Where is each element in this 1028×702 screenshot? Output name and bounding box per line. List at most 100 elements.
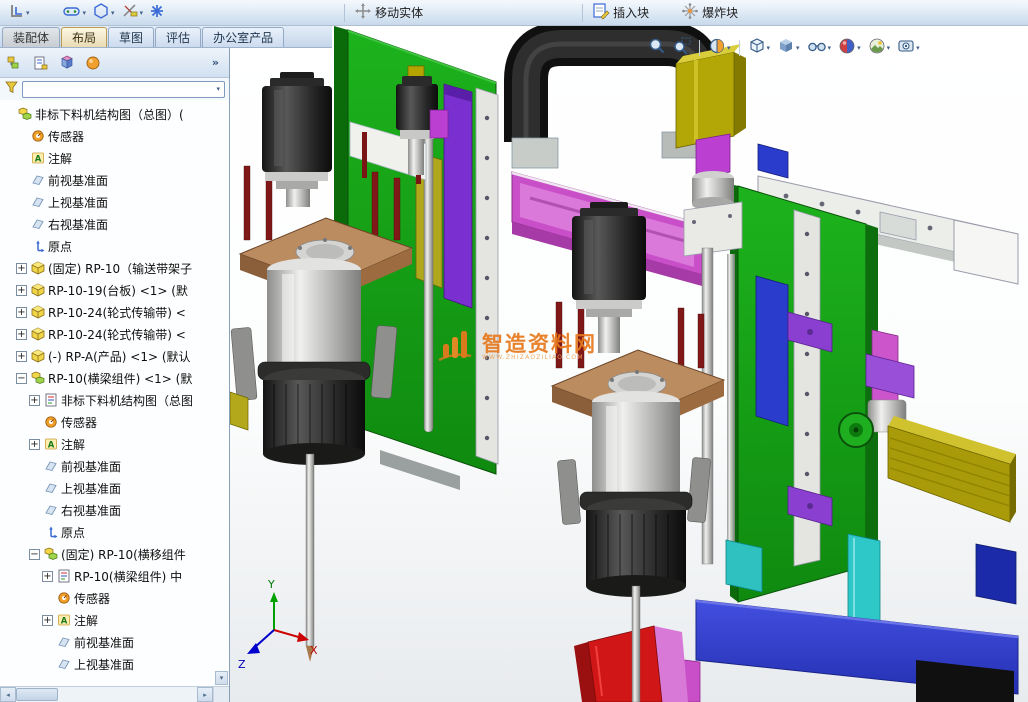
point-tool-button[interactable] bbox=[146, 2, 168, 23]
expand-icon[interactable]: + bbox=[16, 285, 27, 296]
display-style-icon bbox=[777, 37, 795, 58]
tree-item[interactable]: +RP-10(横梁组件) 中 bbox=[0, 565, 229, 587]
annotation-icon: A bbox=[43, 437, 58, 452]
tab-office-products[interactable]: 办公室产品 bbox=[202, 27, 284, 47]
plane-icon bbox=[30, 195, 45, 210]
assembly-icon bbox=[17, 107, 32, 122]
tree-item[interactable]: 上视基准面 bbox=[0, 477, 229, 499]
hide-show-items-button[interactable]: ▾ bbox=[805, 35, 834, 60]
featuremanager-tab[interactable] bbox=[6, 54, 24, 72]
section-view-button[interactable]: ▾ bbox=[706, 35, 733, 60]
polygon-tool-icon bbox=[92, 2, 110, 23]
tree-item[interactable]: 非标下料机结构图（总图）( bbox=[0, 103, 229, 125]
tree-item[interactable]: +(-) RP-A(产品) <1> (默认 bbox=[0, 345, 229, 367]
tree-item[interactable]: 前视基准面 bbox=[0, 169, 229, 191]
tab-layout[interactable]: 布局 bbox=[61, 27, 107, 47]
zoom-fit-icon bbox=[648, 37, 666, 58]
tree-item[interactable]: +A注解 bbox=[0, 609, 229, 631]
tree-item[interactable]: 右视基准面 bbox=[0, 213, 229, 235]
propertymanager-tab[interactable] bbox=[32, 54, 50, 72]
tree-item[interactable]: +RP-10-24(轮式传输带) < bbox=[0, 323, 229, 345]
displaymanager-tab[interactable] bbox=[84, 54, 102, 72]
tree-item[interactable]: 上视基准面 bbox=[0, 653, 229, 675]
chevron-down-icon: ▾ bbox=[111, 9, 115, 17]
triad-y-label: Y bbox=[267, 578, 275, 591]
tab-sketch[interactable]: 草图 bbox=[108, 27, 154, 47]
expand-spacer bbox=[42, 593, 53, 604]
expand-icon[interactable]: + bbox=[16, 263, 27, 274]
tree-item[interactable]: + RP-10-24(轮式传输带) < bbox=[0, 301, 229, 323]
scroll-right-button[interactable]: ▸ bbox=[197, 687, 213, 702]
polygon-tool-button[interactable]: ▾ bbox=[89, 1, 118, 24]
tree-item[interactable]: 上视基准面 bbox=[0, 191, 229, 213]
expand-icon[interactable]: + bbox=[42, 571, 53, 582]
expand-icon[interactable]: + bbox=[29, 439, 40, 450]
panel-expand-chevrons[interactable]: » bbox=[208, 56, 223, 69]
expand-icon[interactable]: + bbox=[16, 351, 27, 362]
tree-item[interactable]: +非标下料机结构图（总图 bbox=[0, 389, 229, 411]
scrollbar-thumb[interactable] bbox=[16, 688, 58, 701]
tab-assembly[interactable]: 装配体 bbox=[2, 27, 60, 47]
svg-text:A: A bbox=[47, 441, 54, 451]
apply-scene-button[interactable]: ▾ bbox=[866, 35, 893, 60]
scrollbar-track[interactable] bbox=[58, 687, 197, 702]
tree-item[interactable]: 右视基准面 bbox=[0, 499, 229, 521]
base-plates-part[interactable] bbox=[574, 600, 1018, 702]
view-orientation-button[interactable]: ▾ bbox=[746, 35, 773, 60]
feature-manager-panel: » ▾ 非标下料机结构图（总图）(传感器A注解前视基准面上视基准面右视基准面原点… bbox=[0, 48, 230, 702]
zoom-fit-button[interactable] bbox=[646, 35, 668, 60]
explode-block-button[interactable]: 爆炸块 bbox=[678, 1, 741, 24]
edit-appearance-button[interactable]: ▾ bbox=[836, 35, 863, 60]
tab-evaluate[interactable]: 评估 bbox=[155, 27, 201, 47]
expand-icon[interactable]: + bbox=[16, 307, 27, 318]
insert-block-icon bbox=[592, 2, 610, 23]
configurationmanager-tab[interactable] bbox=[58, 54, 76, 72]
svg-text:A: A bbox=[60, 617, 67, 627]
tree-item[interactable]: +RP-10-19(台板) <1> (默 bbox=[0, 279, 229, 301]
move-entity-button[interactable]: 移动实体 bbox=[351, 1, 426, 24]
collapse-icon[interactable]: − bbox=[29, 549, 40, 560]
tree-item[interactable]: − (固定) RP-10(横移组件 bbox=[0, 543, 229, 565]
component-icon bbox=[30, 305, 45, 320]
filter-funnel-icon[interactable] bbox=[4, 80, 19, 98]
plane-icon bbox=[30, 173, 45, 188]
chevron-down-icon[interactable]: ▾ bbox=[214, 85, 222, 93]
u-frame-part[interactable] bbox=[512, 44, 700, 168]
expand-spacer bbox=[29, 483, 40, 494]
tree-item[interactable]: 传感器 bbox=[0, 587, 229, 609]
trim-entities-icon bbox=[121, 2, 139, 23]
chevron-down-icon: ▾ bbox=[828, 44, 832, 52]
expand-spacer bbox=[42, 659, 53, 670]
slot-tool-button[interactable]: ▾ bbox=[59, 1, 90, 24]
tree-item[interactable]: 原点 bbox=[0, 521, 229, 543]
expand-icon[interactable]: + bbox=[16, 329, 27, 340]
tree-item[interactable]: 原点 bbox=[0, 235, 229, 257]
scroll-down-button[interactable]: ▾ bbox=[215, 671, 228, 685]
expand-icon[interactable]: + bbox=[42, 615, 53, 626]
horizontal-scrollbar[interactable]: ◂ ▸ bbox=[0, 686, 229, 702]
solidworks-window: ▾ ▾ ▾ ▾ 移动实体 bbox=[0, 0, 1028, 702]
tree-item[interactable]: 前视基准面 bbox=[0, 631, 229, 653]
tree-item[interactable]: +(固定) RP-10（输送带架子 bbox=[0, 257, 229, 279]
tree-item[interactable]: 传感器 bbox=[0, 411, 229, 433]
tree-item[interactable]: 前视基准面 bbox=[0, 455, 229, 477]
tree-item-label: RP-10-24(轮式传输带) < bbox=[48, 304, 186, 321]
assembly-model[interactable]: Y X Z bbox=[230, 26, 1028, 702]
expand-icon[interactable]: + bbox=[29, 395, 40, 406]
zoom-area-button[interactable] bbox=[671, 35, 693, 60]
tree-item-label: 传感器 bbox=[48, 128, 84, 145]
convert-entities-button[interactable]: ▾ bbox=[4, 1, 33, 24]
tree-item[interactable]: A注解 bbox=[0, 147, 229, 169]
trim-entities-button[interactable]: ▾ bbox=[118, 1, 147, 24]
tree-item[interactable]: 传感器 bbox=[0, 125, 229, 147]
tree-item[interactable]: +A注解 bbox=[0, 433, 229, 455]
tree-item-label: (固定) RP-10(横移组件 bbox=[61, 546, 186, 563]
graphics-viewport[interactable]: Y X Z ▾ ▾ ▾ ▾ ▾ ▾ ▾ bbox=[230, 26, 1028, 702]
tree-item[interactable]: −RP-10(横梁组件) <1> (默 bbox=[0, 367, 229, 389]
collapse-icon[interactable]: − bbox=[16, 373, 27, 384]
display-style-button[interactable]: ▾ bbox=[775, 35, 802, 60]
view-settings-button[interactable]: ▾ bbox=[895, 35, 922, 60]
insert-block-button[interactable]: 插入块 bbox=[589, 1, 652, 24]
scroll-left-button[interactable]: ◂ bbox=[0, 687, 16, 702]
filter-input[interactable] bbox=[25, 83, 214, 96]
